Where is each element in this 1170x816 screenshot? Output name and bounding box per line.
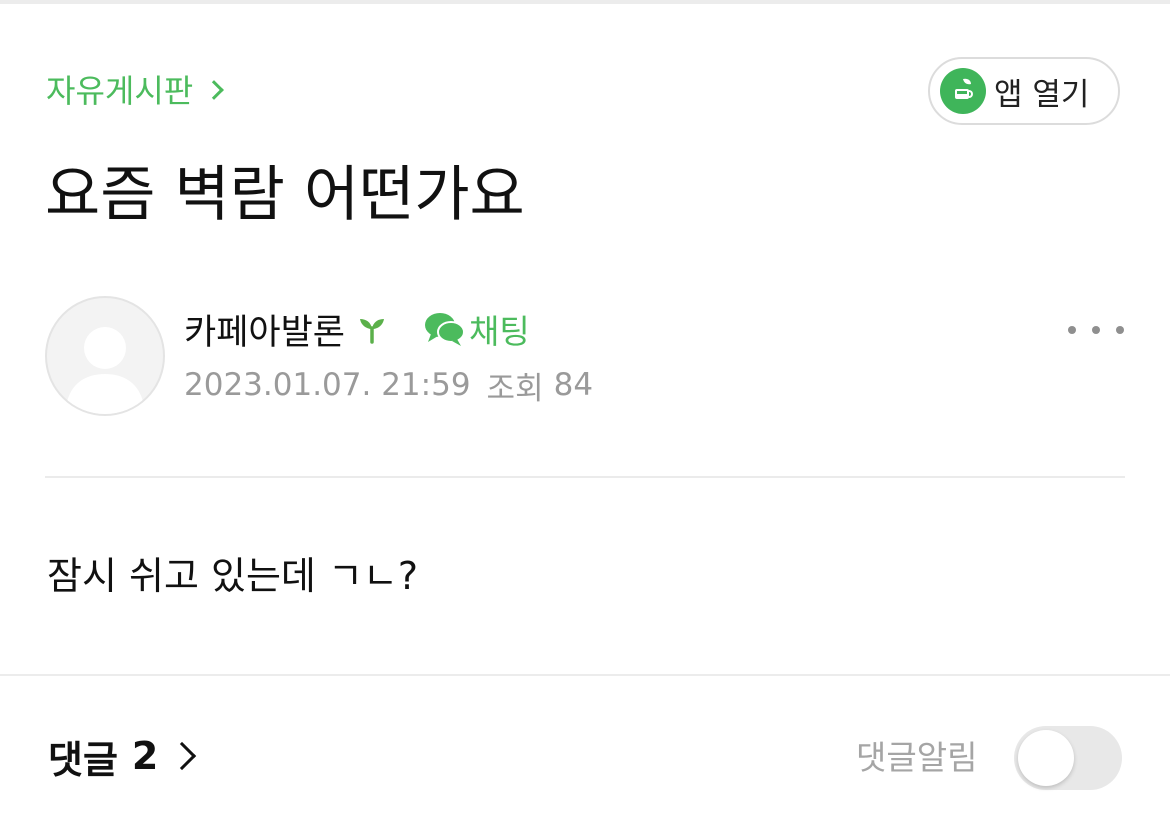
chat-bubble-icon: [425, 313, 466, 346]
top-rule: [0, 0, 1170, 4]
more-dot-icon: [1116, 326, 1124, 334]
default-profile-icon: [65, 327, 145, 414]
post-date: 2023.01.07. 21:59: [184, 367, 471, 403]
post-title: 요즘 벽람 어떤가요: [45, 160, 525, 230]
board-breadcrumb-link[interactable]: 자유게시판: [46, 66, 225, 112]
chat-label: 채팅: [469, 312, 530, 351]
chevron-right-icon: [204, 80, 225, 100]
sprout-icon: [357, 314, 387, 344]
cafe-app-logo-icon: [940, 68, 986, 114]
post-meta: 2023.01.07. 21:59 조회 84: [184, 362, 593, 408]
header-divider: [45, 476, 1125, 478]
open-app-button[interactable]: 앱 열기: [928, 57, 1120, 125]
author-avatar[interactable]: [45, 296, 165, 416]
toggle-knob: [1018, 730, 1074, 786]
comments-count: 2: [131, 734, 159, 778]
post-body: 잠시 쉬고 있는데 ㄱㄴ?: [47, 554, 419, 598]
comment-notify-label: 댓글알림: [856, 738, 978, 777]
more-dot-icon: [1068, 326, 1076, 334]
comments-label: 댓글: [48, 737, 118, 782]
chevron-right-icon: [168, 741, 197, 771]
chat-button[interactable]: 채팅: [423, 305, 530, 353]
author-name[interactable]: 카페아발론: [184, 304, 345, 355]
open-app-label: 앱 열기: [994, 76, 1090, 113]
views-label: 조회: [486, 370, 544, 407]
board-name: 자유게시판: [46, 72, 194, 110]
more-dot-icon: [1092, 326, 1100, 334]
section-divider: [0, 674, 1170, 676]
views-count: 84: [553, 367, 594, 403]
comments-link[interactable]: 댓글 2: [48, 730, 197, 782]
comment-notify-toggle[interactable]: [1014, 726, 1122, 790]
author-row: 카페아발론 채팅: [184, 304, 530, 354]
more-options-button[interactable]: [1068, 312, 1124, 348]
